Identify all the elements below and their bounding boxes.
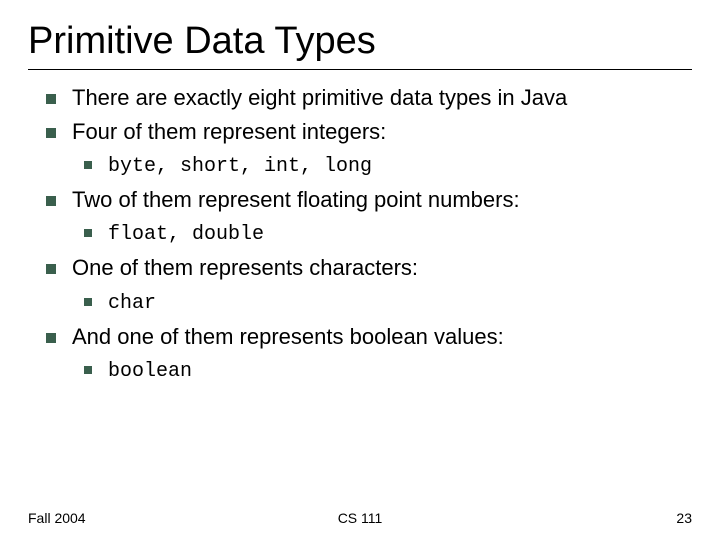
slide-title: Primitive Data Types [28,20,692,63]
bullet-text: There are exactly eight primitive data t… [72,85,567,110]
sub-list: byte, short, int, long [72,152,692,180]
bullet-text: Four of them represent integers: [72,119,386,144]
bullet-text: One of them represents characters: [72,255,418,280]
sub-list-item: float, double [72,220,692,248]
sub-list: boolean [72,357,692,385]
footer-center: CS 111 [28,510,692,526]
sub-list-item: byte, short, int, long [72,152,692,180]
list-item: Four of them represent integers: byte, s… [28,118,692,180]
footer-right: 23 [676,510,692,526]
code-text: float, double [108,223,264,246]
list-item: One of them represents characters: char [28,254,692,316]
sub-list-item: char [72,289,692,317]
bullet-text: Two of them represent floating point num… [72,187,520,212]
title-rule [28,69,692,70]
bullet-list: There are exactly eight primitive data t… [28,84,692,385]
code-text: byte, short, int, long [108,155,372,178]
footer-left: Fall 2004 [28,510,86,526]
slide: Primitive Data Types There are exactly e… [0,0,720,540]
footer: Fall 2004 CS 111 23 [28,510,692,526]
list-item: There are exactly eight primitive data t… [28,84,692,112]
sub-list-item: boolean [72,357,692,385]
code-text: boolean [108,360,192,383]
list-item: Two of them represent floating point num… [28,186,692,248]
bullet-text: And one of them represents boolean value… [72,324,504,349]
sub-list: char [72,289,692,317]
code-text: char [108,292,156,315]
list-item: And one of them represents boolean value… [28,323,692,385]
sub-list: float, double [72,220,692,248]
